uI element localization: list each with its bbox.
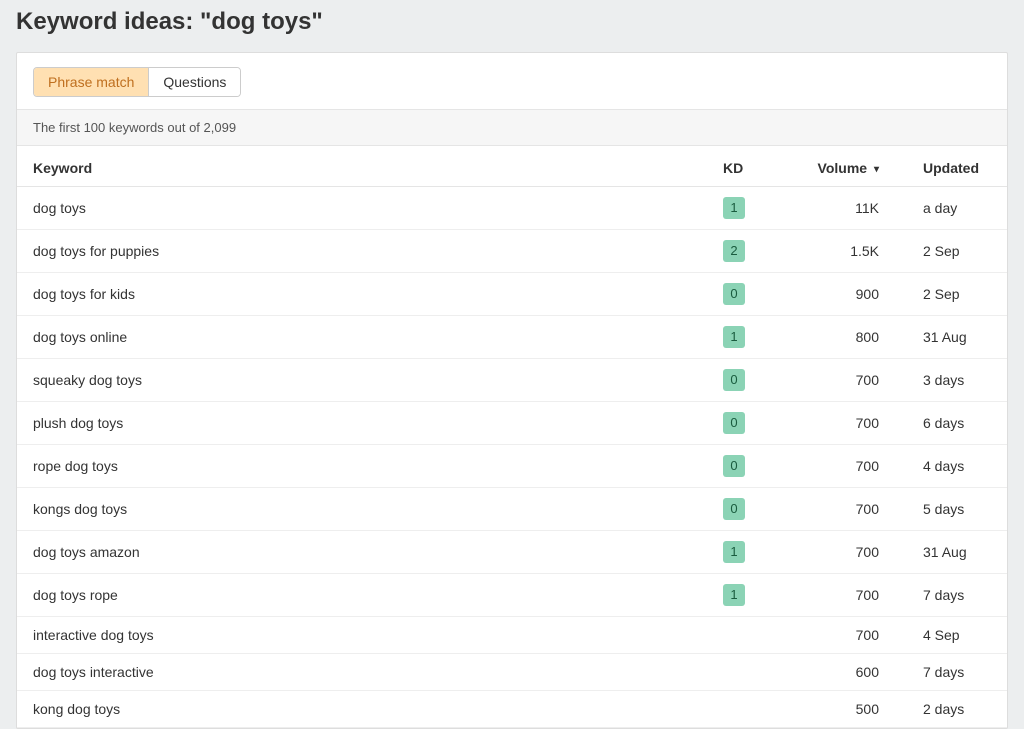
col-header-keyword[interactable]: Keyword [17,146,707,187]
kd-cell [707,617,787,654]
kd-cell: 0 [707,359,787,402]
volume-cell: 600 [787,654,907,691]
table-row: dog toys for puppies 2 1.5K2 Sep [17,230,1007,273]
kd-cell: 0 [707,445,787,488]
kd-cell [707,654,787,691]
table-row: dog toys interactive6007 days [17,654,1007,691]
kd-badge: 1 [723,326,745,348]
updated-cell: 7 days [907,574,1007,617]
updated-cell: 5 days [907,488,1007,531]
volume-cell: 700 [787,574,907,617]
table-row: dog toys for kids 0 9002 Sep [17,273,1007,316]
kd-badge: 2 [723,240,745,262]
table-row: interactive dog toys 7004 Sep [17,617,1007,654]
volume-cell: 700 [787,402,907,445]
tab-bar: Phrase match Questions [17,53,1007,109]
table-row: rope dog toys 0 7004 days [17,445,1007,488]
volume-cell: 700 [787,445,907,488]
kd-cell: 0 [707,488,787,531]
updated-cell: 2 Sep [907,230,1007,273]
kd-badge: 0 [723,455,745,477]
kd-cell: 1 [707,316,787,359]
updated-cell: 6 days [907,402,1007,445]
keyword-cell[interactable]: dog toys [33,200,86,216]
volume-cell: 11K [787,187,907,230]
updated-cell: 31 Aug [907,316,1007,359]
kd-badge: 0 [723,498,745,520]
kd-badge: 0 [723,283,745,305]
col-header-kd[interactable]: KD [707,146,787,187]
updated-cell: 7 days [907,654,1007,691]
keyword-cell[interactable]: dog toys rope [33,587,118,603]
volume-cell: 700 [787,617,907,654]
table-row: dog toys rope 1 7007 days [17,574,1007,617]
table-row: kong dog toys 5002 days [17,691,1007,728]
kd-badge: 1 [723,197,745,219]
info-bar: The first 100 keywords out of 2,099 [17,109,1007,146]
keyword-cell[interactable]: plush dog toys [33,415,123,431]
table-row: dog toys 1 11Ka day [17,187,1007,230]
kd-cell: 1 [707,574,787,617]
kd-badge: 0 [723,412,745,434]
table-row: dog toys amazon 1 70031 Aug [17,531,1007,574]
volume-cell: 900 [787,273,907,316]
volume-cell: 500 [787,691,907,728]
updated-cell: 2 Sep [907,273,1007,316]
kd-badge: 1 [723,541,745,563]
col-header-volume-label: Volume [818,160,868,176]
volume-cell: 700 [787,488,907,531]
kd-cell: 0 [707,273,787,316]
volume-cell: 700 [787,531,907,574]
table-row: dog toys online 1 80031 Aug [17,316,1007,359]
tab-questions[interactable]: Questions [148,68,240,96]
keyword-cell[interactable]: interactive dog toys [33,627,154,643]
volume-cell: 700 [787,359,907,402]
kd-cell: 1 [707,531,787,574]
table-row: kongs dog toys 0 7005 days [17,488,1007,531]
keyword-cell[interactable]: dog toys online [33,329,127,345]
sort-desc-icon: ▾ [874,164,879,175]
col-header-updated[interactable]: Updated [907,146,1007,187]
keyword-cell[interactable]: kongs dog toys [33,501,127,517]
updated-cell: 2 days [907,691,1007,728]
keyword-cell[interactable]: dog toys for kids [33,286,135,302]
kd-cell: 0 [707,402,787,445]
tab-phrase-match[interactable]: Phrase match [34,68,148,96]
volume-cell: 800 [787,316,907,359]
updated-cell: a day [907,187,1007,230]
updated-cell: 31 Aug [907,531,1007,574]
updated-cell: 4 Sep [907,617,1007,654]
keyword-cell[interactable]: kong dog toys [33,701,120,717]
updated-cell: 3 days [907,359,1007,402]
keyword-cell[interactable]: squeaky dog toys [33,372,142,388]
keyword-cell[interactable]: rope dog toys [33,458,118,474]
keyword-panel: Phrase match Questions The first 100 key… [16,52,1008,729]
updated-cell: 4 days [907,445,1007,488]
volume-cell: 1.5K [787,230,907,273]
keyword-cell[interactable]: dog toys amazon [33,544,140,560]
col-header-volume[interactable]: Volume ▾ [787,146,907,187]
kd-cell: 1 [707,187,787,230]
table-row: plush dog toys 0 7006 days [17,402,1007,445]
kd-badge: 1 [723,584,745,606]
kd-cell [707,691,787,728]
kd-badge: 0 [723,369,745,391]
tab-group: Phrase match Questions [33,67,241,97]
keyword-table: Keyword KD Volume ▾ Updated dog toys 1 11K… [17,146,1007,728]
table-row: squeaky dog toys 0 7003 days [17,359,1007,402]
keyword-cell[interactable]: dog toys for puppies [33,243,159,259]
page-title: Keyword ideas: "dog toys" [0,0,1024,52]
kd-cell: 2 [707,230,787,273]
